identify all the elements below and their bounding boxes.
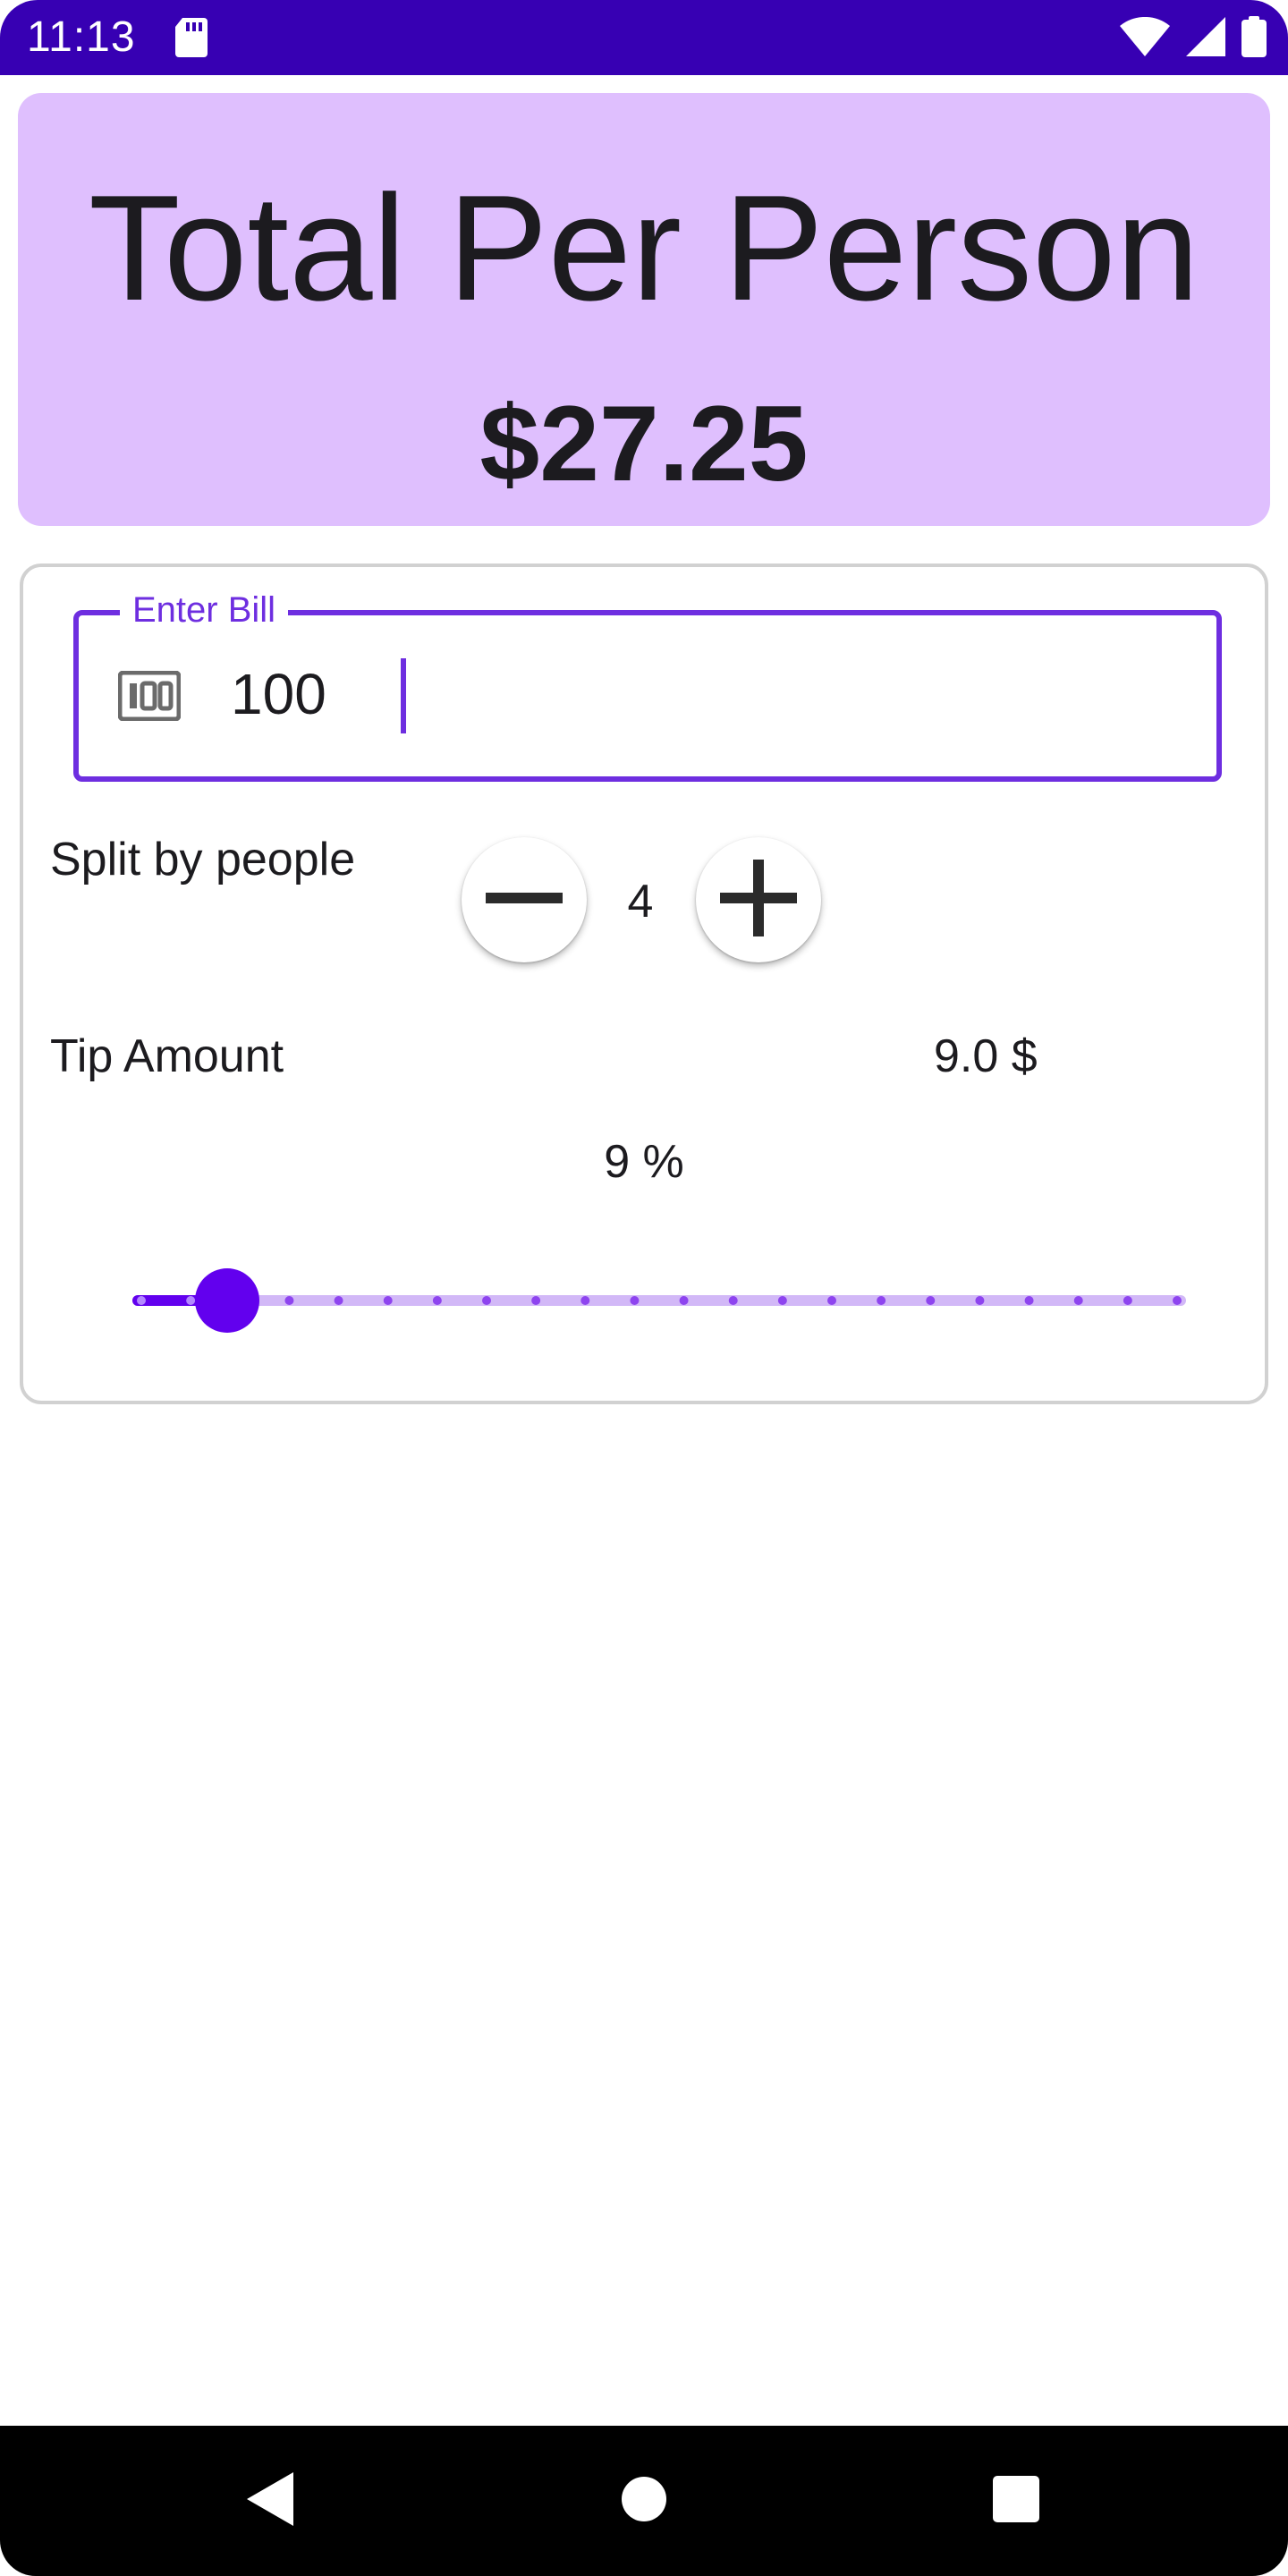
slider-tick [580, 1296, 590, 1305]
slider-ticks [137, 1296, 1182, 1305]
recents-button[interactable] [980, 2465, 1052, 2537]
home-icon [621, 2476, 667, 2527]
bill-input[interactable] [231, 657, 1036, 732]
slider-tick [1024, 1296, 1034, 1305]
slider-tick [482, 1296, 491, 1305]
increase-people-button[interactable] [696, 837, 821, 962]
people-count: 4 [627, 876, 654, 928]
split-by-people-label: Split by people [50, 834, 356, 886]
slider-tick [777, 1296, 787, 1305]
slider-tick [1123, 1296, 1132, 1305]
total-per-person-amount: $27.25 [479, 384, 809, 504]
tip-slider[interactable] [113, 1265, 1186, 1336]
slider-tick [432, 1296, 442, 1305]
slider-tick [334, 1296, 343, 1305]
slider-tick [284, 1296, 294, 1305]
tip-percent: 9 % [604, 1136, 684, 1188]
tip-amount-label: Tip Amount [50, 1030, 284, 1082]
slider-thumb[interactable] [195, 1268, 260, 1333]
enter-bill-field[interactable]: Enter Bill [73, 585, 1222, 782]
slider-tick [728, 1296, 738, 1305]
recents-icon [992, 2475, 1040, 2528]
slider-tick [1173, 1296, 1182, 1305]
back-button[interactable] [234, 2465, 306, 2537]
total-per-person-title: Total Per Person [89, 164, 1199, 332]
money-icon [117, 670, 182, 725]
slider-tick [383, 1296, 393, 1305]
status-icons [1120, 16, 1267, 62]
slider-tick [827, 1296, 836, 1305]
slider-tick [877, 1296, 886, 1305]
enter-bill-label: Enter Bill [120, 585, 289, 635]
battery-icon [1241, 16, 1267, 62]
back-icon [245, 2470, 295, 2532]
wifi-icon [1120, 16, 1170, 61]
sd-card-icon [175, 18, 208, 62]
decrease-people-button[interactable] [462, 837, 587, 962]
slider-tick [186, 1296, 196, 1305]
slider-tick [1073, 1296, 1083, 1305]
plus-icon [720, 859, 797, 941]
home-button[interactable] [608, 2465, 680, 2537]
slider-tick [926, 1296, 936, 1305]
slider-tick [679, 1296, 689, 1305]
text-cursor [401, 658, 406, 733]
status-bar: 11:13 [0, 0, 1288, 75]
navigation-bar [0, 2426, 1288, 2576]
status-time: 11:13 [27, 13, 136, 61]
slider-tick [630, 1296, 640, 1305]
slider-tick [975, 1296, 985, 1305]
tip-amount-value: 9.0 $ [934, 1030, 1038, 1082]
total-per-person-card: Total Per Person $27.25 [18, 93, 1270, 526]
bill-form-card: Enter Bill Split by people 4 Tip Amount … [20, 564, 1268, 1404]
signal-icon [1186, 17, 1225, 61]
slider-tick [137, 1296, 146, 1305]
minus-icon [486, 892, 563, 908]
slider-tick [531, 1296, 541, 1305]
